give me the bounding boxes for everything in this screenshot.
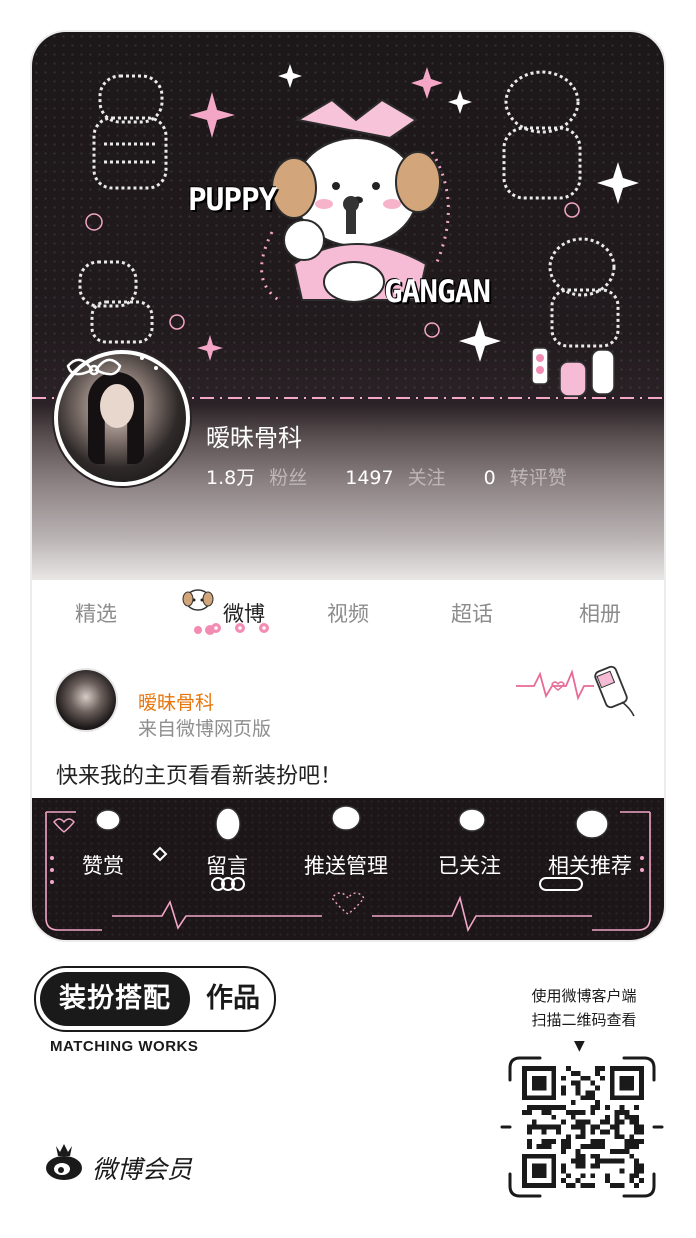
heartbeat-phone-icon bbox=[516, 665, 635, 717]
following-count[interactable]: 1497 bbox=[345, 467, 393, 489]
tab-super-topic[interactable]: 超话 bbox=[432, 598, 512, 628]
recommendations-button[interactable]: 相关推荐 bbox=[548, 850, 632, 880]
badge-dark-label: 装扮搭配 bbox=[40, 972, 190, 1026]
post-text[interactable]: 快来我的主页看看新装扮吧！ bbox=[56, 758, 342, 790]
weibo-vip-brand: 微博会员 bbox=[92, 1155, 193, 1184]
profile-stats: 1.8万 粉丝 1497 关注 0 转评赞 bbox=[206, 463, 567, 490]
weibo-logo-icon bbox=[46, 1144, 82, 1180]
qr-code[interactable] bbox=[522, 1066, 644, 1188]
tab-featured[interactable]: 精选 bbox=[56, 598, 136, 628]
following-label[interactable]: 关注 bbox=[408, 467, 446, 489]
comment-button[interactable]: 留言 bbox=[206, 850, 248, 880]
profile-tabs: 精选 微博 视频 超话 相册 bbox=[32, 580, 664, 646]
push-settings-button[interactable]: 推送管理 bbox=[304, 850, 388, 880]
action-bar: 赞赏 留言 推送管理 已关注 相关推荐 bbox=[32, 798, 664, 940]
banner-title-right: GANGAN bbox=[384, 274, 491, 310]
banner-title-left: PUPPY bbox=[188, 182, 277, 218]
badge-light-label: 作品 bbox=[206, 983, 260, 1014]
reward-button[interactable]: 赞赏 bbox=[82, 850, 124, 880]
qr-hint-line1: 使用微博客户端 bbox=[531, 987, 637, 1005]
post-avatar[interactable] bbox=[56, 670, 116, 730]
profile-card: PUPPY GANGAN 暧昧骨科 1.8万 粉丝 1497 关注 0 转评赞 精选 bbox=[32, 32, 664, 940]
post-source: 来自微博网页版 bbox=[138, 718, 272, 740]
post-card[interactable]: 暧昧骨科 来自微博网页版 快来我的主页看看新装扮吧！ bbox=[32, 646, 664, 798]
profile-banner: PUPPY GANGAN 暧昧骨科 1.8万 粉丝 1497 关注 0 转评赞 bbox=[32, 32, 664, 580]
puppy-mascot bbox=[271, 98, 441, 303]
tab-album[interactable]: 相册 bbox=[560, 598, 640, 628]
matching-works-subtitle: MATCHING WORKS bbox=[50, 1038, 199, 1055]
tab-flowers-icon bbox=[211, 623, 269, 633]
followers-label[interactable]: 粉丝 bbox=[269, 467, 307, 489]
post-author[interactable]: 暧昧骨科 bbox=[138, 688, 214, 715]
qr-hint: 使用微博客户端 扫描二维码查看 bbox=[500, 984, 668, 1032]
followed-button[interactable]: 已关注 bbox=[438, 850, 501, 880]
likes-count: 0 bbox=[483, 467, 496, 489]
likes-label: 转评赞 bbox=[509, 467, 567, 489]
profile-name[interactable]: 暧昧骨科 bbox=[206, 418, 302, 453]
matching-works-badge: 装扮搭配 作品 bbox=[34, 966, 276, 1032]
avatar-frame-bow bbox=[66, 356, 158, 376]
tab-video[interactable]: 视频 bbox=[308, 598, 388, 628]
qr-hint-line2: 扫描二维码查看 bbox=[531, 1011, 637, 1029]
followers-count[interactable]: 1.8万 bbox=[206, 467, 255, 489]
